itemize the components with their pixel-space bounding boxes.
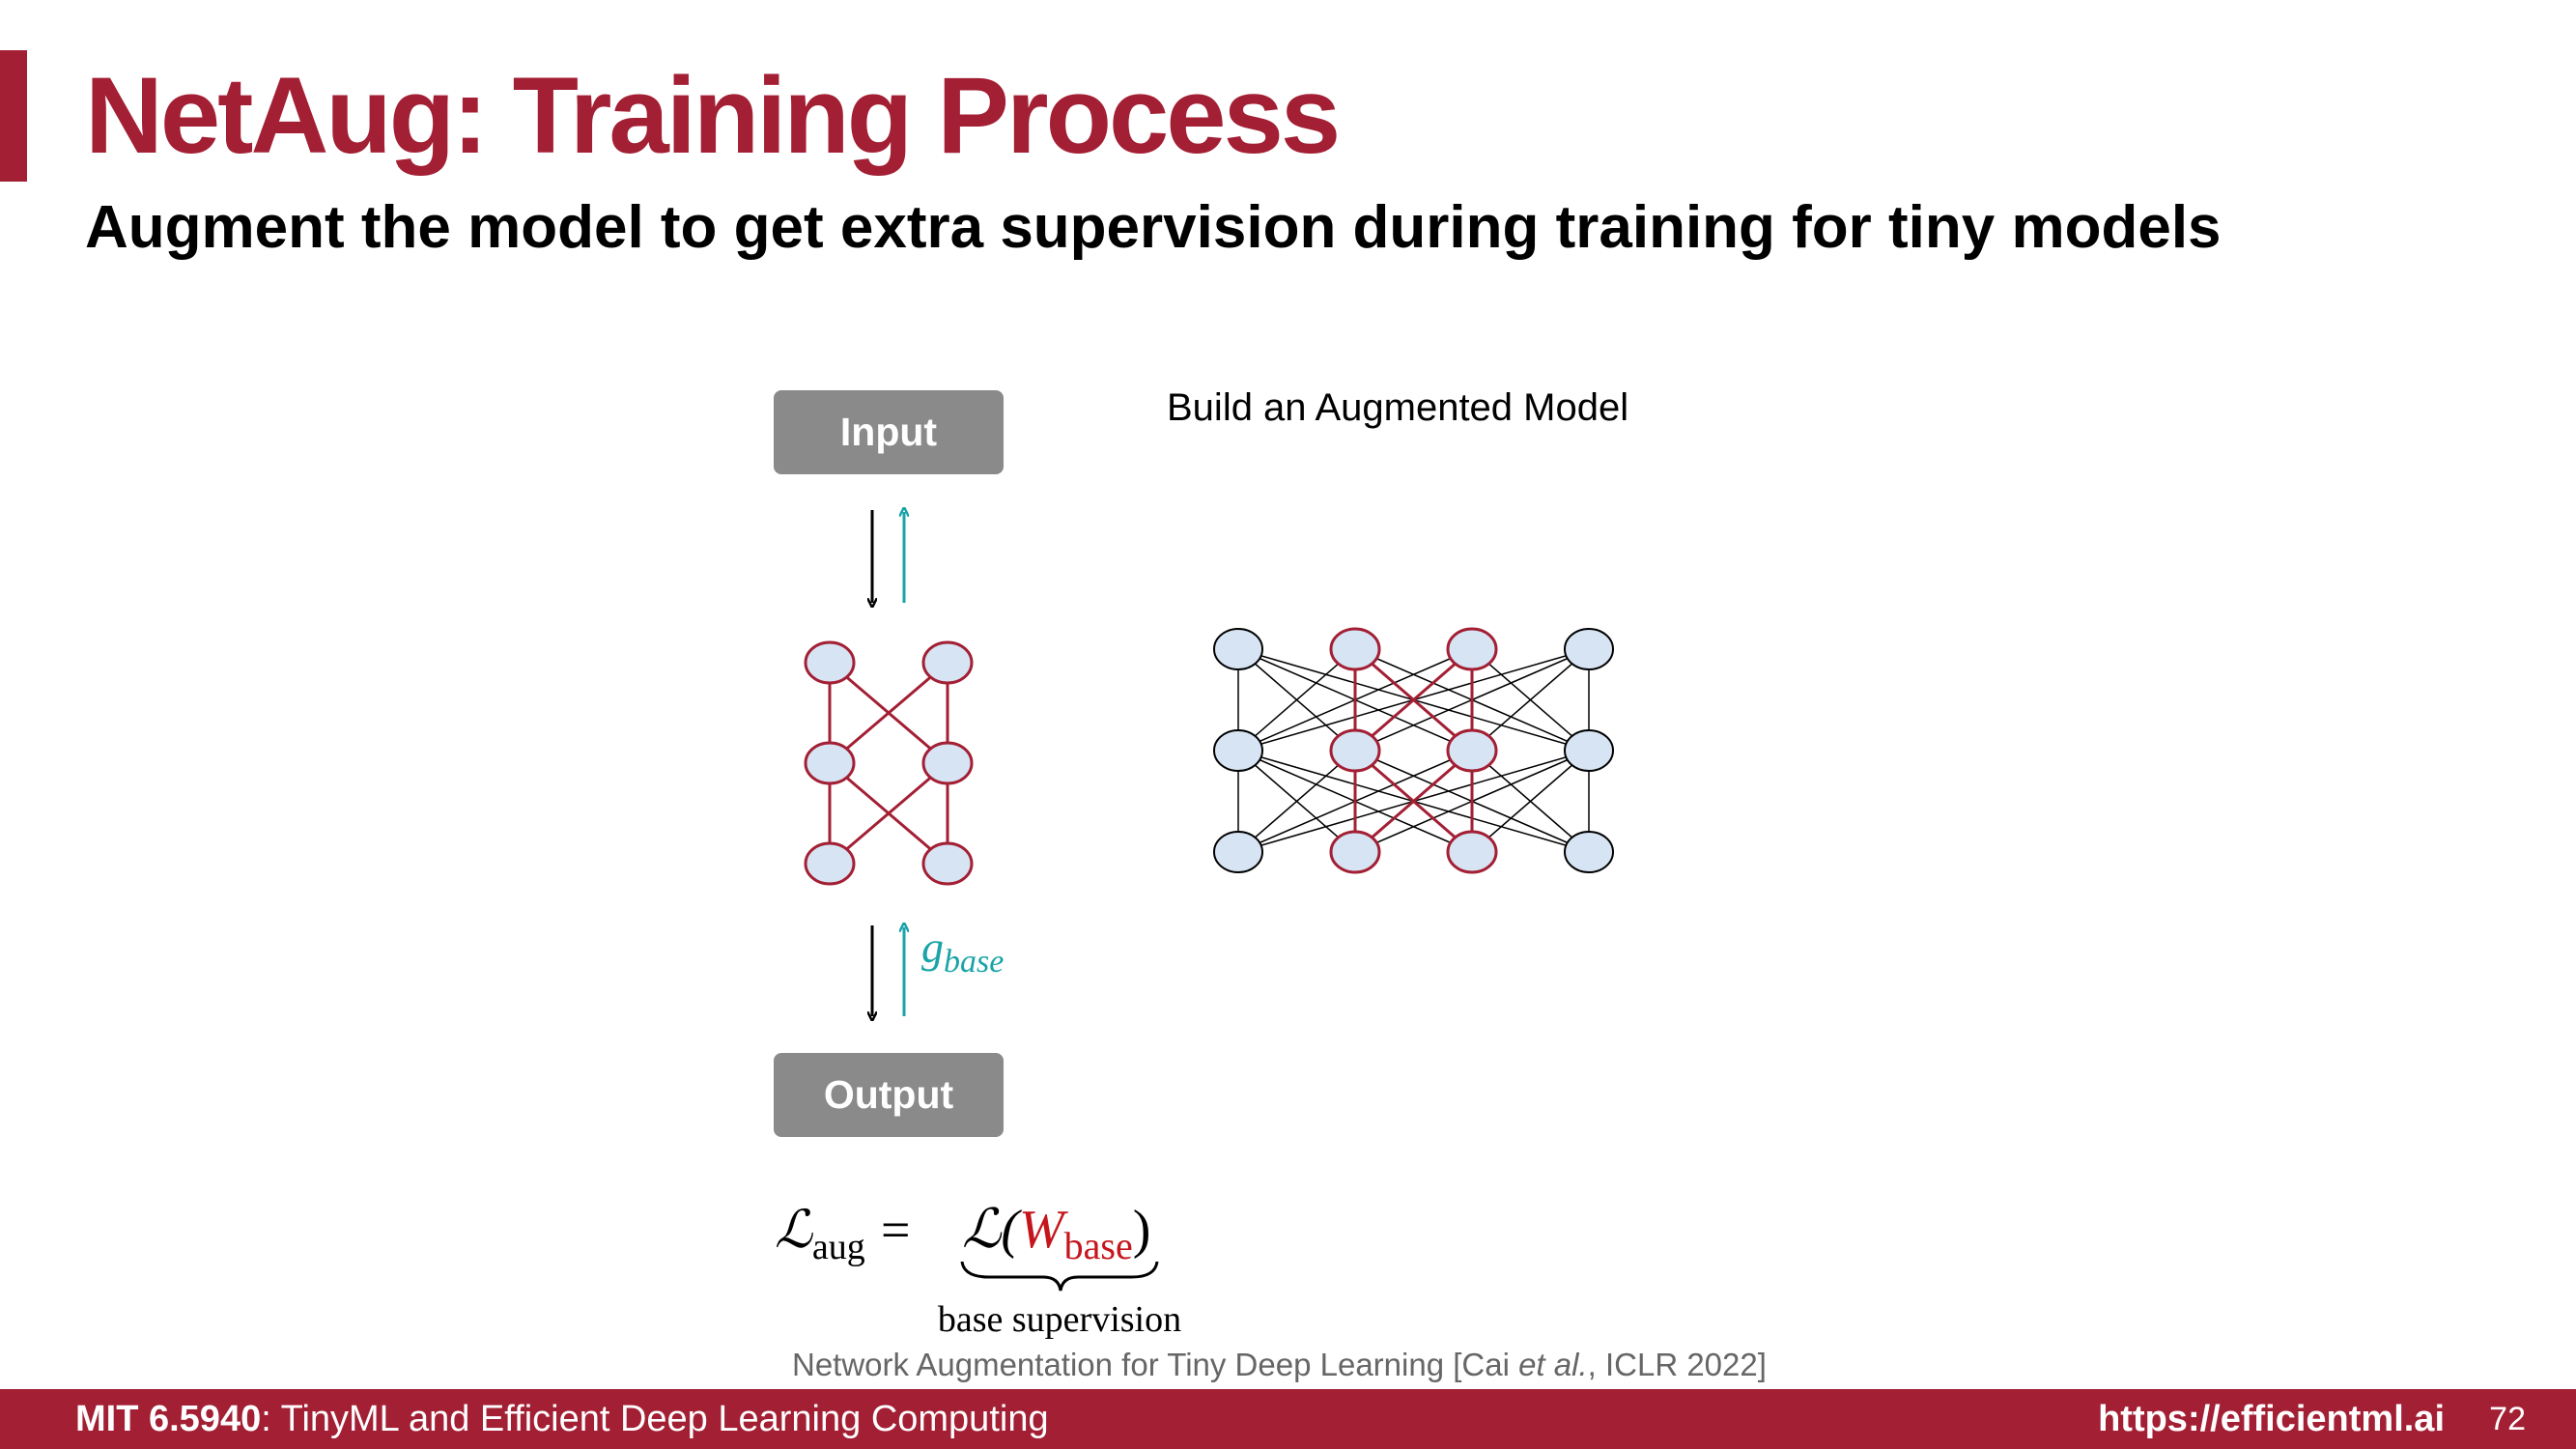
base-node [1329,728,1381,773]
course-code: MIT 6.5940 [75,1399,262,1439]
base-node [1446,627,1498,671]
netaug-diagram: gbase ℒaug = ℒ(Wbase) base supervision [775,0,1614,1340]
formula-lhs: ℒaug [775,1201,865,1267]
base-node [921,841,974,886]
base-node [804,640,856,685]
base-model-nodes [804,640,974,886]
course-url[interactable]: https://efficientml.ai [2098,1399,2445,1440]
augmented-model-label: Build an Augmented Model [1167,386,1629,429]
brace-label: base supervision [938,1299,1181,1340]
input-box: Input [774,390,1004,474]
augmented-node [1564,831,1614,873]
augmented-node [1213,729,1263,772]
citation: Network Augmentation for Tiny Deep Learn… [792,1347,1767,1382]
base-node [804,741,856,785]
augmented-node [1213,628,1263,670]
formula-rhs: ℒ(Wbase) [962,1200,1150,1267]
loss-formula: ℒaug = ℒ(Wbase) base supervision [775,1200,1181,1340]
augmented-model-extra-edges [1237,648,1590,853]
base-node [921,640,974,685]
base-node [1329,627,1381,671]
augmented-node [1213,831,1263,873]
course-name: : TinyML and Efficient Deep Learning Com… [261,1399,1049,1439]
footer-bar: MIT 6.5940: TinyML and Efficient Deep Le… [0,1389,2576,1449]
base-node [804,841,856,886]
gradient-label: gbase [921,923,1004,980]
output-box: Output [774,1053,1004,1137]
augmented-model-base-nodes [1329,627,1498,874]
base-node [1329,830,1381,874]
course-info: MIT 6.5940: TinyML and Efficient Deep Le… [75,1399,1049,1440]
page-number: 72 [2489,1401,2526,1437]
augmented-node [1564,628,1614,670]
formula-equals: = [881,1201,910,1259]
base-node [921,741,974,785]
base-node [1446,830,1498,874]
augmented-node [1564,729,1614,772]
base-node [1446,728,1498,773]
